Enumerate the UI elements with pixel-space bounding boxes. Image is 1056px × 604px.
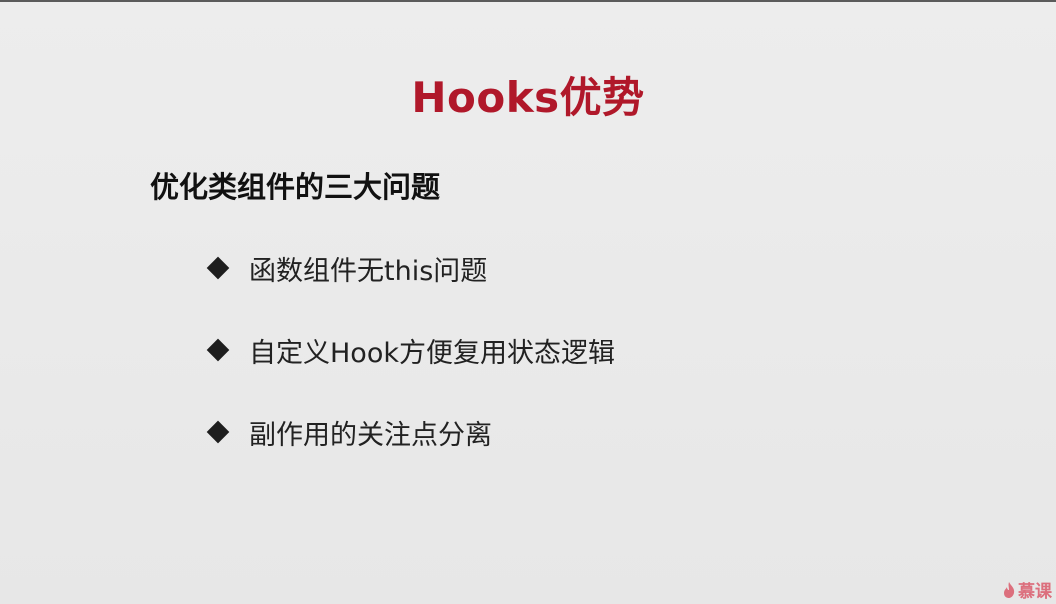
list-item: 函数组件无this问题	[205, 248, 615, 288]
bullet-text: 自定义Hook方便复用状态逻辑	[249, 337, 615, 369]
bullet-text: 函数组件无this问题	[249, 255, 488, 287]
watermark: 慕课	[1002, 577, 1052, 602]
slide-subtitle: 优化类组件的三大问题	[150, 170, 441, 204]
bullet-list: 函数组件无this问题 自定义Hook方便复用状态逻辑 副作用的关注点分离	[205, 248, 615, 494]
watermark-text: 慕课	[1018, 582, 1052, 602]
diamond-bullet-icon	[206, 338, 230, 362]
bullet-text: 副作用的关注点分离	[249, 419, 492, 451]
diamond-bullet-icon	[206, 420, 230, 444]
slide-title: Hooks优势	[411, 73, 645, 122]
list-item: 副作用的关注点分离	[205, 412, 615, 452]
slide: Hooks优势 优化类组件的三大问题 函数组件无this问题 自定义Hook方便…	[0, 0, 1056, 604]
diamond-bullet-icon	[206, 256, 230, 280]
list-item: 自定义Hook方便复用状态逻辑	[205, 330, 615, 370]
flame-icon	[1004, 581, 1015, 598]
